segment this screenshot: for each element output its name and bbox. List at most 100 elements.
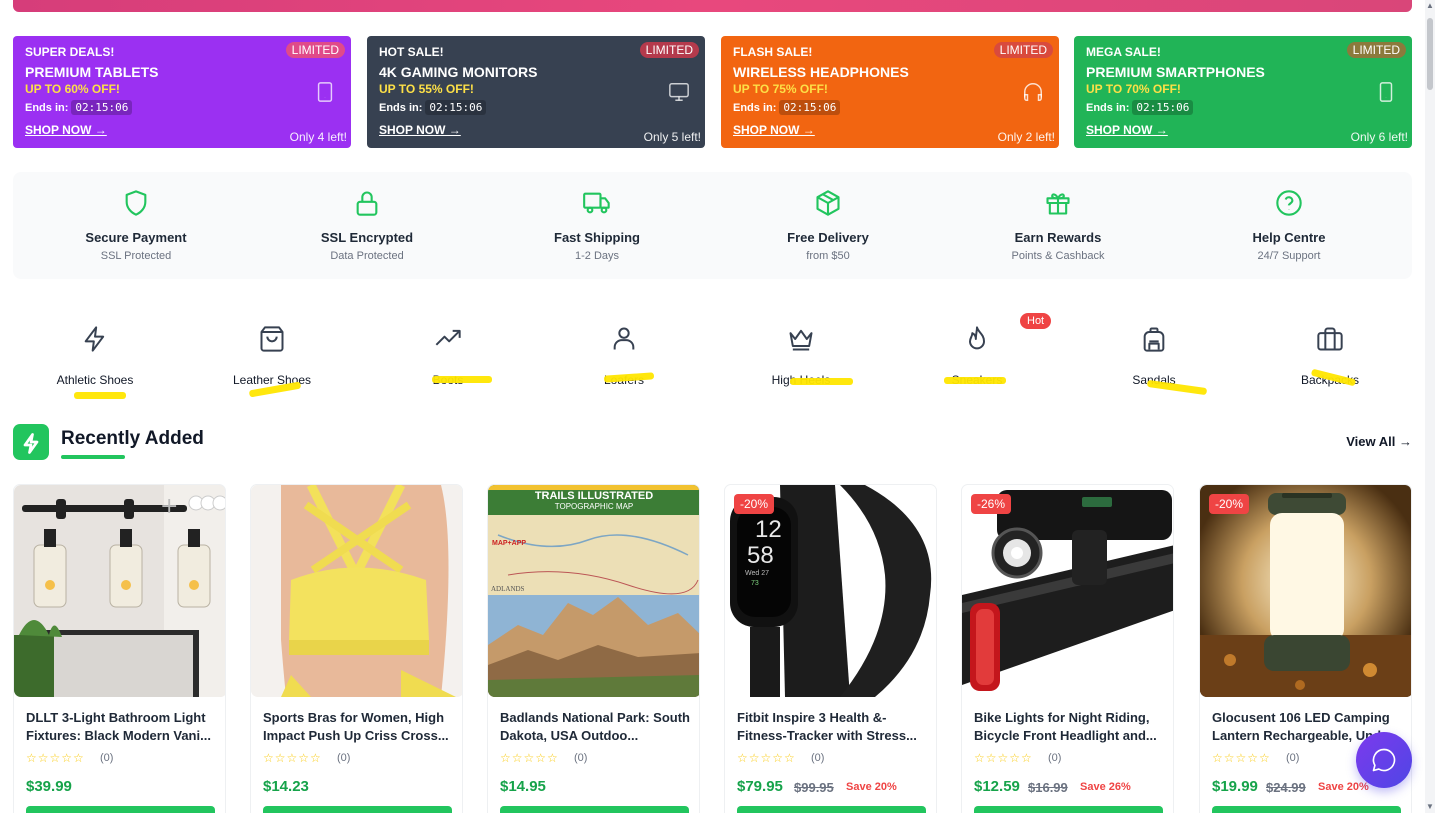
add-to-cart-button[interactable] — [500, 806, 689, 813]
product-image-vanity-light[interactable]: + — [14, 485, 225, 697]
hero-banner-edge[interactable] — [13, 0, 1412, 12]
product-image-bike-light[interactable]: -26% — [962, 485, 1173, 697]
category-athletic-shoes[interactable]: Athletic Shoes — [25, 305, 165, 400]
shopping-bag-icon — [260, 326, 284, 352]
feature-name: SSL Encrypted — [320, 230, 414, 245]
product-card[interactable]: Sports Bras for Women, High Impact Push … — [250, 484, 463, 813]
countdown-label: Ends in: — [379, 102, 423, 114]
limited-badge: LIMITED — [285, 42, 345, 58]
product-card[interactable]: 12 58 Wed 27 73 -20% Fitbit Inspire 3 He… — [724, 484, 937, 813]
lock-icon — [356, 191, 378, 216]
vertical-scrollbar[interactable]: ▲ ▼ — [1425, 0, 1435, 813]
deal-card-smartphones[interactable]: MEGA SALE! PREMIUM SMARTPHONES UP TO 70%… — [1074, 36, 1412, 148]
trending-up-icon — [435, 329, 461, 346]
review-count: (0) — [337, 752, 351, 764]
shield-icon — [125, 190, 147, 216]
rating-stars: ☆☆☆☆☆ — [26, 751, 85, 765]
feature-name: Secure Payment — [85, 230, 187, 245]
product-image-camping-lantern[interactable]: -20% — [1200, 485, 1411, 697]
lightning-icon — [13, 424, 49, 460]
chat-button[interactable] — [1356, 732, 1412, 788]
help-circle-icon — [1276, 190, 1302, 216]
smartphone-icon — [1379, 82, 1393, 102]
product-grid: + DLLT 3-Light Bathroom Light Fixtures: … — [13, 484, 1412, 813]
shop-now-link[interactable]: SHOP NOW → — [379, 123, 461, 137]
stock-left: Only 5 left! — [643, 130, 701, 144]
countdown-label: Ends in: — [733, 102, 777, 114]
view-all-link[interactable]: View All → — [1346, 434, 1412, 449]
watch-heart-rate: 73 — [751, 580, 759, 587]
rating-stars: ☆☆☆☆☆ — [263, 751, 322, 765]
product-name[interactable]: Bike Lights for Night Riding, Bicycle Fr… — [974, 709, 1166, 745]
deal-title: PREMIUM TABLETS — [25, 64, 159, 80]
truck-icon — [583, 192, 610, 214]
deal-discount: UP TO 55% OFF! — [379, 82, 474, 96]
product-name[interactable]: DLLT 3-Light Bathroom Light Fixtures: Bl… — [26, 709, 218, 745]
feature-name: Free Delivery — [787, 230, 869, 245]
feature-name: Fast Shipping — [554, 230, 640, 245]
highlight-mark — [74, 392, 126, 399]
add-to-cart-button[interactable] — [1212, 806, 1401, 813]
highlight-mark — [432, 376, 492, 383]
map-banner-text: TRAILS ILLUSTRATED — [535, 490, 653, 502]
scroll-up-arrow-icon[interactable]: ▲ — [1426, 2, 1434, 10]
deal-card-monitors[interactable]: HOT SALE! 4K GAMING MONITORS UP TO 55% O… — [367, 36, 705, 148]
review-count: (0) — [574, 752, 588, 764]
scrollbar-thumb[interactable] — [1427, 18, 1433, 90]
stock-left: Only 4 left! — [289, 130, 347, 144]
shop-now-link[interactable]: SHOP NOW → — [733, 123, 815, 137]
product-image-sports-bra[interactable] — [251, 485, 462, 697]
scroll-down-arrow-icon[interactable]: ▼ — [1426, 803, 1434, 811]
deal-card-headphones[interactable]: FLASH SALE! WIRELESS HEADPHONES UP TO 75… — [721, 36, 1059, 148]
product-card[interactable]: + DLLT 3-Light Bathroom Light Fixtures: … — [13, 484, 226, 813]
category-boots[interactable]: Boots — [378, 305, 518, 400]
deal-title: WIRELESS HEADPHONES — [733, 64, 909, 80]
product-name[interactable]: Badlands National Park: South Dakota, US… — [500, 709, 692, 745]
feature-sub: from $50 — [806, 250, 850, 262]
product-name[interactable]: Fitbit Inspire 3 Health &-Fitness-Tracke… — [737, 709, 929, 745]
countdown-timer: 02:15:06 — [71, 100, 133, 115]
category-backpacks[interactable]: Backpacks — [1260, 305, 1400, 400]
shop-now-link[interactable]: SHOP NOW → — [1086, 123, 1168, 137]
rating-stars: ☆☆☆☆☆ — [737, 751, 796, 765]
deal-discount: UP TO 60% OFF! — [25, 82, 120, 96]
svg-text:+: + — [160, 494, 178, 519]
product-card[interactable]: TRAILS ILLUSTRATED TOPOGRAPHIC MAP MAP+A… — [487, 484, 700, 813]
feature-free-delivery: Free Delivery from $50 — [713, 172, 943, 279]
discount-badge: -20% — [734, 494, 775, 514]
product-image-fitbit[interactable]: 12 58 Wed 27 73 -20% — [725, 485, 936, 697]
deal-countdown: Ends in: 02:15:06 — [1086, 100, 1400, 116]
lightning-icon — [84, 326, 105, 352]
feature-secure-payment: Secure Payment SSL Protected — [21, 172, 251, 279]
add-to-cart-button[interactable] — [26, 806, 215, 813]
product-name[interactable]: Sports Bras for Women, High Impact Push … — [263, 709, 455, 745]
original-price: $99.95 — [794, 780, 834, 795]
feature-help-centre[interactable]: Help Centre 24/7 Support — [1174, 172, 1404, 279]
deal-card-tablets[interactable]: SUPER DEALS! PREMIUM TABLETS UP TO 60% O… — [13, 36, 351, 148]
product-card[interactable]: -26% Bike Lights for Night Riding, Bicyc… — [961, 484, 1174, 813]
feature-sub: Points & Cashback — [1011, 250, 1105, 262]
original-price: $24.99 — [1266, 780, 1306, 795]
add-to-cart-button[interactable] — [263, 806, 452, 813]
product-image-badlands-map[interactable]: TRAILS ILLUSTRATED TOPOGRAPHIC MAP MAP+A… — [488, 485, 699, 697]
feature-name: Earn Rewards — [1014, 230, 1102, 245]
category-loafers[interactable]: Loafers — [554, 305, 694, 400]
recently-added-header: Recently Added View All → — [13, 423, 1412, 463]
user-icon — [613, 327, 635, 350]
stock-left: Only 6 left! — [1350, 130, 1408, 144]
feature-name: Help Centre — [1252, 230, 1326, 245]
product-price: $12.59 — [974, 778, 1020, 795]
feature-sub: 24/7 Support — [1257, 250, 1321, 262]
review-count: (0) — [100, 752, 114, 764]
stock-left: Only 2 left! — [997, 130, 1055, 144]
shop-now-link[interactable]: SHOP NOW → — [25, 123, 107, 137]
add-to-cart-button[interactable] — [737, 806, 926, 813]
rating-stars: ☆☆☆☆☆ — [500, 751, 559, 765]
watch-date: Wed 27 — [745, 570, 769, 577]
limited-badge: LIMITED — [993, 42, 1053, 58]
review-count: (0) — [811, 752, 825, 764]
add-to-cart-button[interactable] — [974, 806, 1163, 813]
discount-badge: -26% — [971, 494, 1012, 514]
category-high-heels[interactable]: High Heels — [731, 305, 871, 400]
rating-stars: ☆☆☆☆☆ — [974, 751, 1033, 765]
